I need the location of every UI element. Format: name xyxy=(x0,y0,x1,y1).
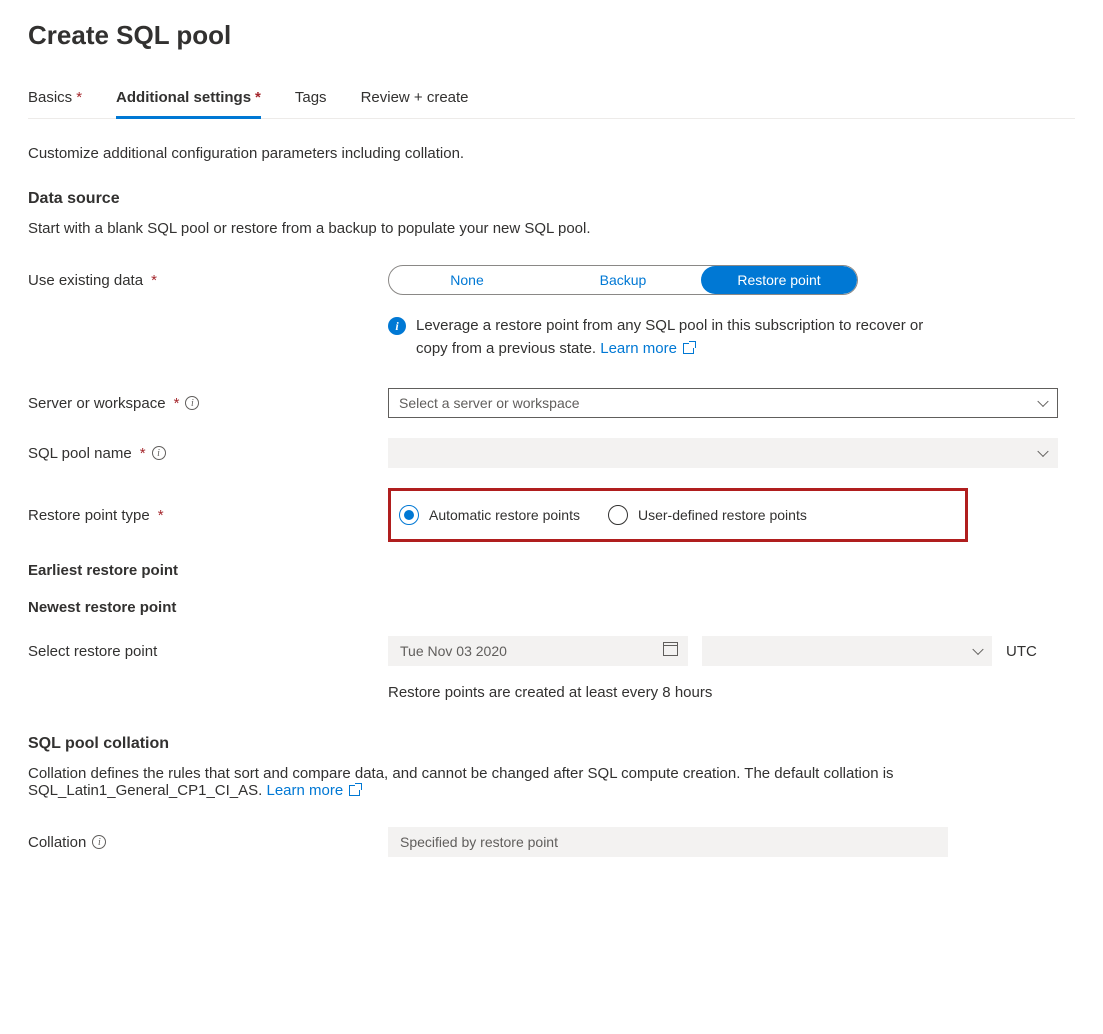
date-value: Tue Nov 03 2020 xyxy=(400,643,507,659)
tab-basics-label: Basics xyxy=(28,89,72,106)
restore-frequency-note: Restore points are created at least ever… xyxy=(388,684,1075,701)
radio-checked-icon xyxy=(399,505,419,525)
info-icon[interactable]: i xyxy=(185,396,199,410)
server-workspace-dropdown[interactable]: Select a server or workspace xyxy=(388,388,1058,418)
collation-input: Specified by restore point xyxy=(388,827,948,857)
required-asterisk: * xyxy=(151,272,157,289)
option-restore-point[interactable]: Restore point xyxy=(701,266,857,294)
collation-learn-more-link[interactable]: Learn more xyxy=(266,782,360,799)
tab-additional-settings[interactable]: Additional settings* xyxy=(116,89,261,119)
radio-user-defined-restore[interactable]: User-defined restore points xyxy=(608,505,807,525)
restore-time-dropdown[interactable] xyxy=(702,636,992,666)
section-data-source: Data source xyxy=(28,190,1075,208)
required-asterisk: * xyxy=(255,89,261,106)
required-asterisk: * xyxy=(158,507,164,524)
chevron-down-icon xyxy=(1037,446,1048,457)
tab-additional-label: Additional settings xyxy=(116,89,251,106)
data-source-intro: Start with a blank SQL pool or restore f… xyxy=(28,220,1075,237)
option-none[interactable]: None xyxy=(389,266,545,294)
external-link-icon xyxy=(683,343,694,354)
restore-point-info: i Leverage a restore point from any SQL … xyxy=(388,315,948,360)
tab-basics[interactable]: Basics* xyxy=(28,89,82,118)
radio-user-label: User-defined restore points xyxy=(638,507,807,523)
restore-point-type-highlight: Automatic restore points User-defined re… xyxy=(388,488,968,542)
radio-auto-label: Automatic restore points xyxy=(429,507,580,523)
chevron-down-icon xyxy=(972,644,983,655)
required-asterisk: * xyxy=(76,89,82,106)
use-existing-data-label: Use existing data* xyxy=(28,272,388,289)
sql-pool-name-dropdown[interactable] xyxy=(388,438,1058,468)
tab-description: Customize additional configuration param… xyxy=(28,145,1075,162)
tab-tags[interactable]: Tags xyxy=(295,89,327,118)
restore-date-input[interactable]: Tue Nov 03 2020 xyxy=(388,636,688,666)
collation-intro: Collation defines the rules that sort an… xyxy=(28,765,1075,799)
required-asterisk: * xyxy=(140,445,146,462)
option-backup[interactable]: Backup xyxy=(545,266,701,294)
select-restore-point-label: Select restore point xyxy=(28,643,388,660)
external-link-icon xyxy=(349,785,360,796)
required-asterisk: * xyxy=(174,395,180,412)
timezone-label: UTC xyxy=(1006,643,1037,660)
chevron-down-icon xyxy=(1037,396,1048,407)
newest-restore-point-label: Newest restore point xyxy=(28,599,388,616)
radio-automatic-restore[interactable]: Automatic restore points xyxy=(399,505,580,525)
restore-point-type-label: Restore point type* xyxy=(28,507,388,524)
use-existing-data-toggle: None Backup Restore point xyxy=(388,265,858,295)
radio-unchecked-icon xyxy=(608,505,628,525)
page-title: Create SQL pool xyxy=(28,20,1075,51)
dropdown-placeholder: Select a server or workspace xyxy=(399,395,580,411)
collation-value: Specified by restore point xyxy=(400,834,558,850)
collation-label: Collation i xyxy=(28,834,388,851)
info-icon[interactable]: i xyxy=(152,446,166,460)
info-icon: i xyxy=(388,317,406,335)
calendar-icon xyxy=(663,642,678,656)
sql-pool-name-label: SQL pool name* i xyxy=(28,445,388,462)
info-icon[interactable]: i xyxy=(92,835,106,849)
tab-review-create[interactable]: Review + create xyxy=(361,89,469,118)
server-workspace-label: Server or workspace* i xyxy=(28,395,388,412)
tabs-container: Basics* Additional settings* Tags Review… xyxy=(28,89,1075,119)
earliest-restore-point-label: Earliest restore point xyxy=(28,562,388,579)
section-collation: SQL pool collation xyxy=(28,735,1075,753)
learn-more-link[interactable]: Learn more xyxy=(600,340,694,357)
